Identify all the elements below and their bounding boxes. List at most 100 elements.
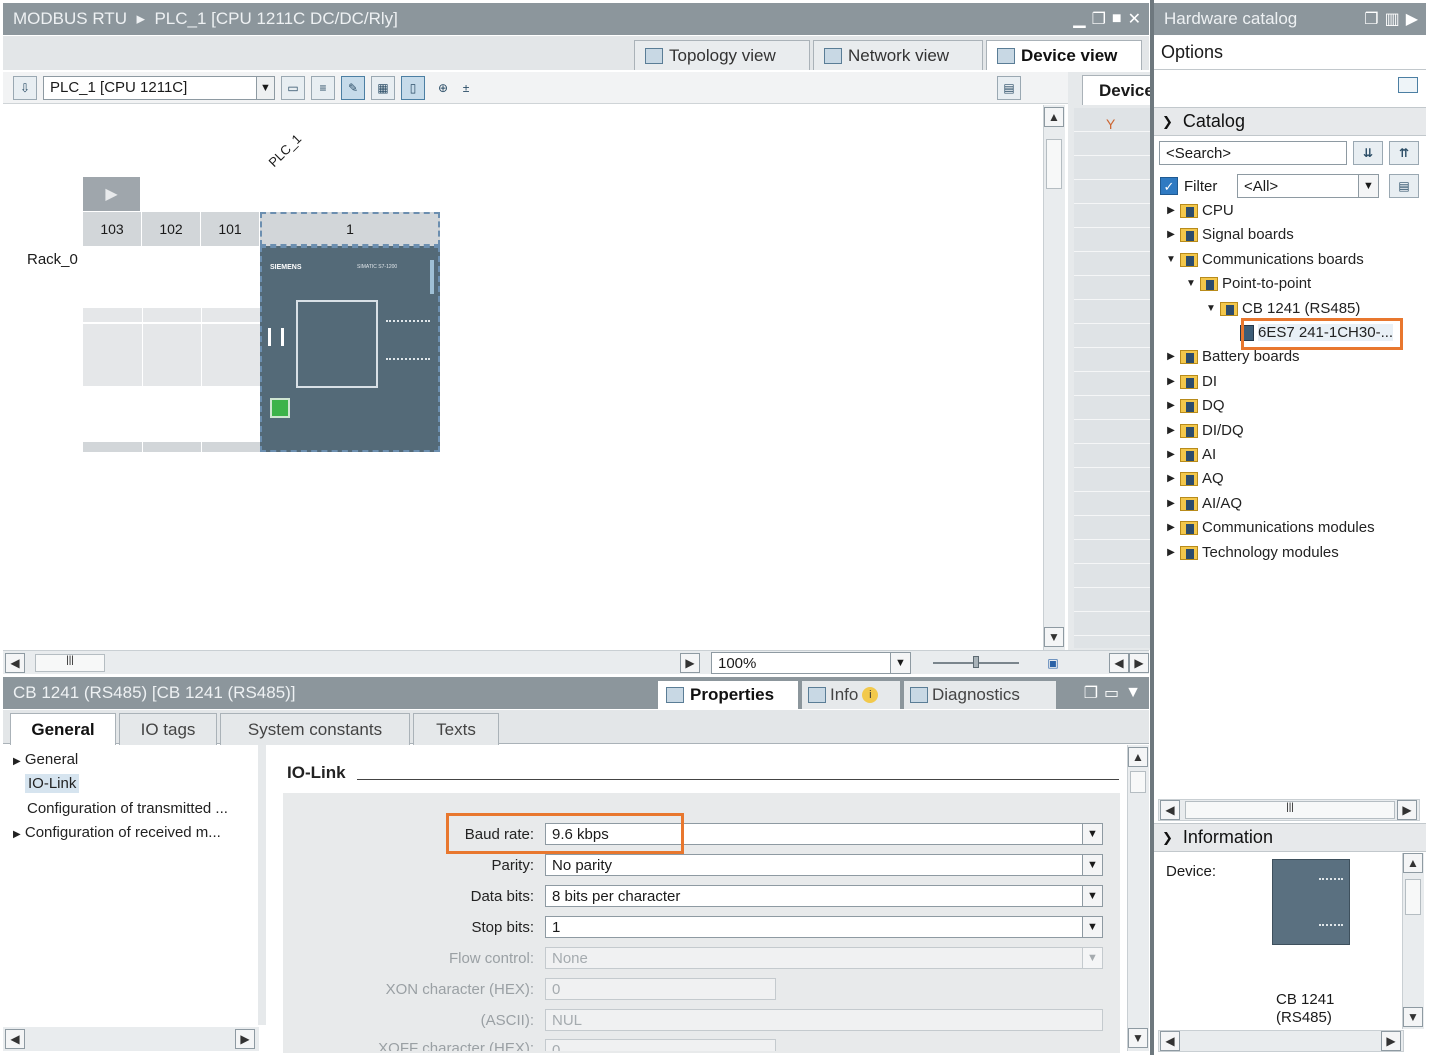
catalog-tree-item[interactable]: ▶ DI/DQ — [1166, 422, 1244, 439]
close-icon[interactable]: ✕ — [1128, 9, 1141, 29]
zoom-slider-handle[interactable] — [973, 656, 979, 668]
expand-triangle-icon[interactable]: ▶ — [1166, 400, 1176, 411]
scroll-down-icon[interactable]: ▼ — [1044, 627, 1064, 647]
catalog-tree-item[interactable]: ▶ AI — [1166, 446, 1216, 463]
scroll-left-icon[interactable]: ◀ — [5, 653, 25, 673]
nav-horizontal-scrollbar[interactable]: ◀ ▶ — [3, 1027, 259, 1051]
catalog-tree-item[interactable]: ▶ CPU — [1166, 202, 1234, 219]
expand-triangle-icon[interactable]: ▶ — [1166, 547, 1176, 558]
collapse-triangle-icon[interactable]: ▼ — [1166, 254, 1176, 265]
scroll-left-icon[interactable]: ◀ — [1160, 1031, 1180, 1051]
filter-icon[interactable]: Y — [1106, 116, 1115, 132]
rack-expand-button[interactable]: ▶ — [83, 177, 140, 211]
scroll-thumb[interactable] — [1046, 139, 1062, 189]
slot-101[interactable] — [202, 246, 260, 452]
collapse-right-icon[interactable]: ▶ — [1406, 9, 1418, 29]
catalog-tree-item[interactable]: ▼ Communications boards — [1166, 251, 1364, 268]
overview-scroll-left-icon[interactable]: ◀ — [1109, 653, 1129, 673]
canvas-vertical-scrollbar[interactable]: ▲ ▼ — [1043, 105, 1065, 650]
expand-triangle-icon[interactable]: ▶ — [1166, 449, 1176, 460]
show-names-icon[interactable]: ≡ — [311, 75, 335, 100]
page-break-icon[interactable]: ▯ — [401, 75, 425, 100]
chevron-down-icon[interactable]: ❯ — [1162, 830, 1173, 846]
cpu-module[interactable]: SIEMENS SIMATIC S7-1200 — [260, 246, 440, 452]
information-vertical-scrollbar[interactable]: ▲ ▼ — [1402, 853, 1424, 1029]
inspector-tab-diagnostics[interactable]: Diagnostics — [904, 681, 1056, 709]
tab-topology-view[interactable]: Topology view — [634, 40, 810, 70]
chevron-down-icon[interactable]: ▼ — [1082, 917, 1102, 937]
slot-header-103[interactable]: 103 — [83, 212, 142, 246]
chevron-down-icon[interactable]: ▼ — [1082, 824, 1102, 844]
overview-scroll-right-icon[interactable]: ▶ — [1129, 653, 1149, 673]
scroll-left-icon[interactable]: ◀ — [5, 1029, 25, 1049]
inspector-tab-info[interactable]: Info i — [802, 681, 900, 709]
restore-icon[interactable]: ❐ — [1092, 9, 1106, 29]
grid-icon[interactable]: ▦ — [371, 75, 395, 100]
zoom-dropdown-icon[interactable]: ± — [461, 76, 471, 100]
expand-triangle-icon[interactable]: ▶ — [13, 829, 21, 840]
maximize-icon[interactable]: ■ — [1112, 10, 1122, 28]
zoom-slider[interactable] — [933, 656, 1019, 668]
subtab-io-tags[interactable]: IO tags — [119, 713, 217, 745]
catalog-search-input[interactable]: <Search> — [1159, 141, 1347, 165]
device-overview-tab[interactable]: Device — [1082, 75, 1151, 105]
breadcrumb-project[interactable]: MODBUS RTU — [13, 9, 127, 28]
restore-icon[interactable]: ❐ — [1084, 683, 1098, 703]
slot-103[interactable] — [83, 246, 142, 452]
slot-header-101[interactable]: 101 — [201, 212, 260, 246]
signal-board-slot[interactable] — [296, 300, 378, 388]
nav-item-config-received[interactable]: ▶ Configuration of received m... — [13, 824, 221, 841]
dock-icon[interactable]: ▥ — [1385, 9, 1400, 29]
device-canvas[interactable]: PLC_1 Rack_0 ▶ 103 102 101 1 SIEMENS SIM… — [3, 105, 1041, 648]
filter-profile-icon[interactable]: ▤ — [1389, 174, 1419, 198]
slot-header-102[interactable]: 102 — [142, 212, 201, 246]
zoom-select[interactable]: 100% ▼ — [711, 652, 911, 674]
catalog-tree-item[interactable]: ▶ DQ — [1166, 397, 1224, 414]
scroll-thumb[interactable]: ||| — [1185, 801, 1395, 819]
minimize-icon[interactable]: ▭ — [1104, 683, 1119, 703]
catalog-tree-item[interactable]: ▶ Signal boards — [1166, 226, 1294, 243]
data-bits-select[interactable]: 8 bits per character ▼ — [545, 885, 1103, 907]
chevron-down-icon[interactable]: ▼ — [1082, 886, 1102, 906]
nav-item-general[interactable]: ▶ General — [13, 751, 78, 768]
catalog-tree-item[interactable]: ▶ AQ — [1166, 470, 1224, 487]
device-select-icon[interactable]: ⇩ — [13, 75, 37, 100]
scroll-right-icon[interactable]: ▶ — [1397, 800, 1417, 820]
overview-navigate-icon[interactable]: ▣ — [1043, 653, 1063, 673]
expand-triangle-icon[interactable]: ▶ — [1166, 522, 1176, 533]
chevron-down-icon[interactable]: ▼ — [890, 653, 910, 673]
catalog-tree-item[interactable]: ▶ DI — [1166, 373, 1217, 390]
collapse-triangle-icon[interactable]: ▼ — [1186, 278, 1196, 289]
information-section-header[interactable]: ❯ Information — [1154, 823, 1426, 852]
catalog-horizontal-scrollbar[interactable]: ◀ ||| ▶ — [1158, 799, 1420, 821]
options-panel-icon[interactable] — [1398, 77, 1418, 93]
chevron-down-icon[interactable]: ▼ — [256, 76, 274, 99]
subtab-general[interactable]: General — [10, 713, 116, 745]
device-selector[interactable]: PLC_1 [CPU 1211C] ▼ — [43, 75, 275, 100]
collapse-icon[interactable]: ▼ — [1125, 684, 1141, 702]
minimize-icon[interactable]: ▁ — [1073, 9, 1085, 29]
zoom-in-icon[interactable]: ⊕ — [431, 76, 455, 100]
chevron-down-icon[interactable]: ❯ — [1162, 114, 1173, 130]
information-horizontal-scrollbar[interactable]: ◀ ▶ — [1158, 1030, 1404, 1052]
scroll-right-icon[interactable]: ▶ — [680, 653, 700, 673]
expand-triangle-icon[interactable]: ▶ — [1166, 425, 1176, 436]
expand-triangle-icon[interactable]: ▶ — [1166, 498, 1176, 509]
properties-vertical-scrollbar[interactable]: ▲ ▼ — [1127, 745, 1149, 1051]
nav-item-config-transmitted[interactable]: Configuration of transmitted ... — [27, 800, 228, 817]
filter-select[interactable]: <All> ▼ — [1237, 174, 1379, 198]
scroll-down-icon[interactable]: ▼ — [1403, 1007, 1423, 1027]
scroll-right-icon[interactable]: ▶ — [1381, 1031, 1401, 1051]
horizontal-scroll-thumb[interactable]: ||| — [35, 654, 105, 672]
search-up-icon[interactable]: ⇈ — [1389, 141, 1419, 165]
chevron-down-icon[interactable]: ▼ — [1082, 855, 1102, 875]
slot-102[interactable] — [143, 246, 201, 452]
collapse-triangle-icon[interactable]: ▼ — [1206, 303, 1216, 314]
scroll-up-icon[interactable]: ▲ — [1044, 107, 1064, 127]
expand-triangle-icon[interactable]: ▶ — [1166, 351, 1176, 362]
expand-triangle-icon[interactable]: ▶ — [1166, 205, 1176, 216]
pointer-tool-icon[interactable]: ✎ — [341, 75, 365, 100]
filter-checkbox[interactable]: ✓ — [1160, 177, 1178, 195]
subtab-system-constants[interactable]: System constants — [220, 713, 410, 745]
catalog-tree-item[interactable]: ▶ Battery boards — [1166, 348, 1299, 365]
